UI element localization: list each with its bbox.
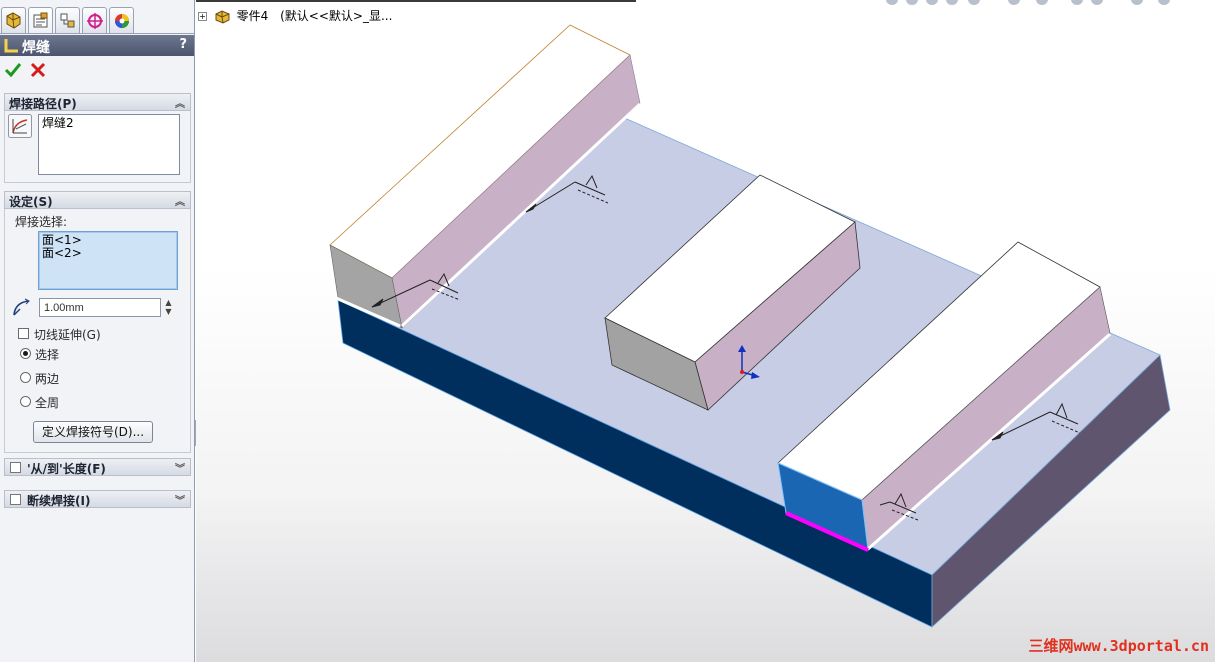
view-settings-icon[interactable]: [1131, 0, 1143, 5]
radio-all-around-label: 全周: [35, 396, 60, 410]
apply-scene-icon[interactable]: [1091, 0, 1103, 5]
expand-icon: ︾: [175, 496, 185, 507]
display-style-icon[interactable]: [1008, 0, 1020, 5]
weld-path-group-header[interactable]: 焊接路径(P) ︽: [4, 93, 191, 111]
from-to-length-label: '从/到'长度(F): [27, 462, 106, 476]
page-title: 焊缝: [22, 40, 50, 56]
expand-icon[interactable]: +: [198, 12, 207, 21]
intermittent-weld-checkbox[interactable]: [10, 494, 21, 505]
realview-icon[interactable]: [1158, 0, 1170, 5]
weld-selection-label: 焊接选择:: [15, 215, 68, 229]
feature-tree-flyout[interactable]: + 零件4 (默认<<默认>_显...: [198, 7, 392, 25]
weld-bead-icon: [4, 39, 18, 53]
define-weld-symbol-button[interactable]: 定义焊接符号(D)...: [33, 421, 153, 443]
property-manager-header: 焊缝 ?: [0, 35, 194, 56]
property-manager-tab[interactable]: [28, 7, 53, 33]
weld-path-group: 焊缝2: [4, 111, 191, 183]
collapse-icon: ︽: [175, 197, 185, 208]
part-name: 零件4: [236, 9, 269, 23]
collapse-icon: ︽: [175, 99, 185, 110]
radio-selection-label: 选择: [35, 348, 60, 362]
cancel-button[interactable]: [29, 61, 47, 79]
bead-size-input[interactable]: [39, 298, 161, 317]
hide-show-icon[interactable]: [1036, 0, 1048, 5]
bead-size-icon: [13, 298, 30, 316]
intermittent-weld-label: 断续焊接(I): [27, 494, 91, 508]
list-item[interactable]: 焊缝2: [42, 117, 176, 130]
radio-selection[interactable]: [20, 348, 31, 359]
heads-up-view-toolbar: [886, 0, 1176, 6]
weld-path-list[interactable]: 焊缝2: [38, 114, 180, 175]
radio-both-sides[interactable]: [20, 372, 31, 383]
intermittent-weld-group-header[interactable]: 断续焊接(I) ︾: [4, 490, 191, 508]
part-icon: [215, 9, 230, 24]
graphics-area[interactable]: + 零件4 (默认<<默认>_显... 三维网www.3dportal.cn: [196, 0, 1215, 662]
list-item[interactable]: 面<2>: [42, 247, 174, 260]
section-view-icon[interactable]: [946, 0, 958, 5]
tree-separator: [196, 0, 636, 2]
from-to-length-checkbox[interactable]: [10, 462, 21, 473]
panel-tabs: [0, 6, 194, 34]
tangent-propagation-checkbox[interactable]: [18, 328, 29, 339]
settings-group-header[interactable]: 设定(S) ︽: [4, 191, 191, 209]
weld-path-group-label: 焊接路径(P): [9, 97, 77, 111]
display-manager-tab[interactable]: [109, 7, 134, 33]
configuration-name: (默认<<默认>_显...: [280, 9, 393, 23]
tangent-propagation-label: 切线延伸(G): [34, 328, 101, 342]
radio-all-around[interactable]: [20, 396, 31, 407]
view-orientation-icon[interactable]: [968, 0, 980, 5]
ok-button[interactable]: [4, 61, 22, 79]
tab-divider: [0, 33, 194, 34]
radio-both-sides-label: 两边: [35, 372, 60, 386]
dimxpert-icon: [87, 13, 103, 29]
previous-view-icon[interactable]: [926, 0, 938, 5]
property-icon: [33, 12, 48, 28]
weld-selection-list[interactable]: 面<1> 面<2>: [38, 231, 178, 290]
feature-manager-tab[interactable]: [1, 7, 26, 33]
edit-appearance-icon[interactable]: [1071, 0, 1083, 5]
bead-size-spinner[interactable]: ▲ ▼: [162, 298, 175, 317]
watermark: 三维网www.3dportal.cn: [1028, 637, 1209, 655]
property-manager-panel: 焊缝 ? 焊接路径(P) ︽ 焊缝2 设定(S) ︽ 焊接选择: 面<1> 面<…: [0, 0, 195, 662]
dimxpert-manager-tab[interactable]: [82, 7, 107, 33]
zoom-area-icon[interactable]: [906, 0, 918, 5]
help-button[interactable]: ?: [179, 37, 187, 52]
weld-path-icon: [8, 114, 32, 138]
configuration-manager-tab[interactable]: [55, 7, 80, 33]
from-to-length-group-header[interactable]: '从/到'长度(F) ︾: [4, 458, 191, 476]
model-view[interactable]: [196, 0, 1215, 662]
zoom-to-fit-icon[interactable]: [886, 0, 898, 5]
feature-tree-icon: [6, 12, 21, 29]
appearance-icon: [115, 14, 129, 28]
expand-icon: ︾: [175, 464, 185, 475]
configuration-icon: [60, 13, 75, 28]
settings-group-label: 设定(S): [9, 195, 53, 209]
